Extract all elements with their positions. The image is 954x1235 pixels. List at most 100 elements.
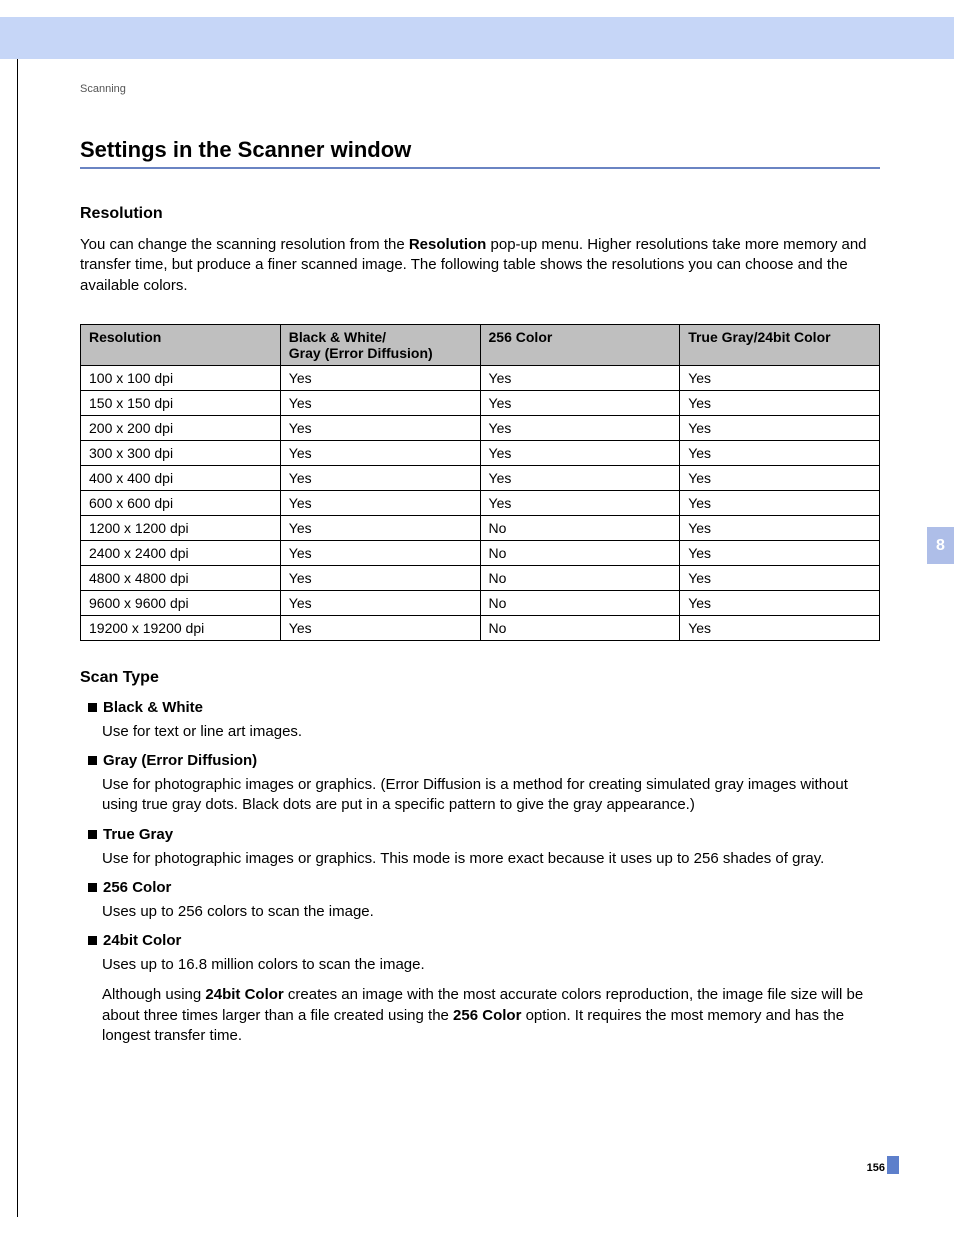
- cell-256: No: [480, 540, 680, 565]
- desc2-pre: Although using: [102, 986, 205, 1003]
- cell-bw: Yes: [280, 440, 480, 465]
- cell-resolution: 200 x 200 dpi: [81, 415, 281, 440]
- cell-256: No: [480, 590, 680, 615]
- cell-bw: Yes: [280, 390, 480, 415]
- page-number: 156: [867, 1162, 885, 1174]
- left-margin-rule: [17, 59, 18, 1217]
- scan-type-title: Black & White: [103, 699, 203, 716]
- cell-bw: Yes: [280, 465, 480, 490]
- table-row: 150 x 150 dpi Yes Yes Yes: [81, 390, 880, 415]
- desc2-bold2: 256 Color: [453, 1007, 521, 1024]
- square-bullet-icon: [88, 756, 97, 765]
- cell-true: Yes: [680, 515, 880, 540]
- page-title: Settings in the Scanner window: [80, 137, 880, 169]
- cell-256: No: [480, 515, 680, 540]
- cell-true: Yes: [680, 490, 880, 515]
- scan-type-title-line: Gray (Error Diffusion): [88, 752, 880, 769]
- square-bullet-icon: [88, 830, 97, 839]
- resolution-para-bold: Resolution: [409, 236, 487, 253]
- cell-bw: Yes: [280, 565, 480, 590]
- table-header-bw-line1: Black & White/: [289, 329, 386, 345]
- scan-type-title-line: 256 Color: [88, 879, 880, 896]
- cell-resolution: 2400 x 2400 dpi: [81, 540, 281, 565]
- resolution-heading: Resolution: [80, 205, 880, 223]
- cell-256: Yes: [480, 365, 680, 390]
- cell-256: Yes: [480, 415, 680, 440]
- table-row: 2400 x 2400 dpi Yes No Yes: [81, 540, 880, 565]
- cell-bw: Yes: [280, 490, 480, 515]
- breadcrumb: Scanning: [80, 83, 880, 95]
- chapter-tab[interactable]: 8: [927, 527, 954, 564]
- square-bullet-icon: [88, 703, 97, 712]
- cell-true: Yes: [680, 615, 880, 640]
- cell-resolution: 19200 x 19200 dpi: [81, 615, 281, 640]
- square-bullet-icon: [88, 883, 97, 892]
- cell-true: Yes: [680, 390, 880, 415]
- cell-resolution: 600 x 600 dpi: [81, 490, 281, 515]
- page-number-bar: [887, 1156, 899, 1174]
- cell-true: Yes: [680, 415, 880, 440]
- scan-type-desc: Use for photographic images or graphics.…: [102, 849, 880, 869]
- table-header-bw-line2: Gray (Error Diffusion): [289, 345, 433, 361]
- list-item: 24bit Color Uses up to 16.8 million colo…: [80, 932, 880, 1046]
- table-row: 9600 x 9600 dpi Yes No Yes: [81, 590, 880, 615]
- table-header-256color: 256 Color: [480, 324, 680, 365]
- cell-resolution: 100 x 100 dpi: [81, 365, 281, 390]
- scan-type-desc: Uses up to 16.8 million colors to scan t…: [102, 955, 880, 975]
- scan-type-desc: Uses up to 256 colors to scan the image.: [102, 902, 880, 922]
- table-header-resolution: Resolution: [81, 324, 281, 365]
- cell-resolution: 9600 x 9600 dpi: [81, 590, 281, 615]
- cell-bw: Yes: [280, 615, 480, 640]
- table-row: 19200 x 19200 dpi Yes No Yes: [81, 615, 880, 640]
- table-row: 100 x 100 dpi Yes Yes Yes: [81, 365, 880, 390]
- cell-256: Yes: [480, 390, 680, 415]
- page-content: Scanning Settings in the Scanner window …: [80, 83, 880, 1056]
- cell-bw: Yes: [280, 590, 480, 615]
- table-row: 400 x 400 dpi Yes Yes Yes: [81, 465, 880, 490]
- cell-resolution: 4800 x 4800 dpi: [81, 565, 281, 590]
- scan-type-desc-extra: Although using 24bit Color creates an im…: [102, 985, 880, 1046]
- resolution-paragraph: You can change the scanning resolution f…: [80, 235, 880, 296]
- scan-type-title: Gray (Error Diffusion): [103, 752, 257, 769]
- resolution-para-pre: You can change the scanning resolution f…: [80, 236, 409, 253]
- table-header-truegray: True Gray/24bit Color: [680, 324, 880, 365]
- cell-256: No: [480, 615, 680, 640]
- cell-true: Yes: [680, 465, 880, 490]
- table-row: 1200 x 1200 dpi Yes No Yes: [81, 515, 880, 540]
- header-band: [0, 17, 954, 59]
- scan-type-desc: Use for text or line art images.: [102, 722, 880, 742]
- table-header-bw-gray: Black & White/ Gray (Error Diffusion): [280, 324, 480, 365]
- cell-256: Yes: [480, 490, 680, 515]
- list-item: Black & White Use for text or line art i…: [80, 699, 880, 742]
- scan-type-title-line: 24bit Color: [88, 932, 880, 949]
- cell-bw: Yes: [280, 540, 480, 565]
- list-item: True Gray Use for photographic images or…: [80, 826, 880, 869]
- scan-type-list: Black & White Use for text or line art i…: [80, 699, 880, 1046]
- scan-type-desc: Use for photographic images or graphics.…: [102, 775, 880, 816]
- cell-256: No: [480, 565, 680, 590]
- resolution-table: Resolution Black & White/ Gray (Error Di…: [80, 324, 880, 641]
- cell-resolution: 150 x 150 dpi: [81, 390, 281, 415]
- cell-true: Yes: [680, 590, 880, 615]
- table-header-row: Resolution Black & White/ Gray (Error Di…: [81, 324, 880, 365]
- table-row: 200 x 200 dpi Yes Yes Yes: [81, 415, 880, 440]
- cell-resolution: 400 x 400 dpi: [81, 465, 281, 490]
- table-row: 4800 x 4800 dpi Yes No Yes: [81, 565, 880, 590]
- scan-type-title: 24bit Color: [103, 932, 181, 949]
- cell-true: Yes: [680, 440, 880, 465]
- cell-256: Yes: [480, 465, 680, 490]
- cell-resolution: 300 x 300 dpi: [81, 440, 281, 465]
- scan-type-title: 256 Color: [103, 879, 171, 896]
- cell-bw: Yes: [280, 365, 480, 390]
- table-row: 600 x 600 dpi Yes Yes Yes: [81, 490, 880, 515]
- cell-true: Yes: [680, 365, 880, 390]
- square-bullet-icon: [88, 936, 97, 945]
- desc2-bold1: 24bit Color: [205, 986, 283, 1003]
- scan-type-heading: Scan Type: [80, 669, 880, 687]
- cell-true: Yes: [680, 565, 880, 590]
- scan-type-title-line: True Gray: [88, 826, 880, 843]
- scan-type-title: True Gray: [103, 826, 173, 843]
- table-row: 300 x 300 dpi Yes Yes Yes: [81, 440, 880, 465]
- cell-256: Yes: [480, 440, 680, 465]
- cell-bw: Yes: [280, 415, 480, 440]
